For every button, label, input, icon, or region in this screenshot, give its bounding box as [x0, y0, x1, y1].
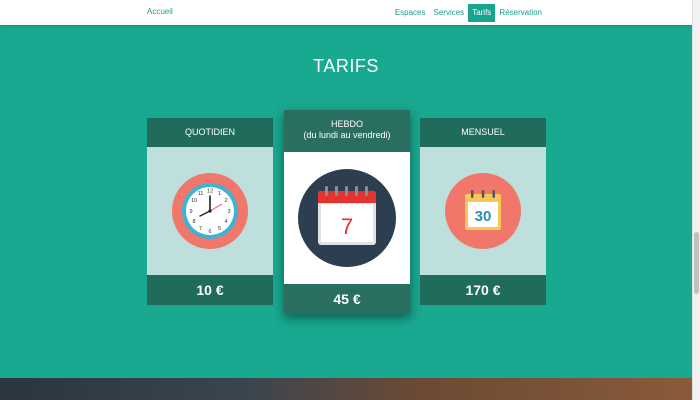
background-photo-strip [0, 378, 692, 400]
page-scrollbar[interactable] [692, 0, 700, 400]
card-title: MENSUEL [420, 118, 546, 147]
nav-link-espaces[interactable]: Espaces [391, 4, 430, 22]
svg-text:8: 8 [192, 219, 195, 225]
clock-icon: 12 1 2 3 4 5 6 7 8 9 10 11 [172, 173, 248, 249]
nav-link-reservation[interactable]: Réservation [495, 4, 546, 22]
calendar-number: 30 [475, 208, 492, 225]
top-navbar: Accueil Espaces Services Tarifs Réservat… [0, 0, 692, 25]
pricing-card-daily: QUOTIDIEN 12 1 2 3 4 5 6 7 8 9 10 11 10 … [147, 118, 273, 305]
svg-text:9: 9 [189, 209, 192, 215]
card-price: 170 € [420, 275, 546, 305]
card-body: 30 [420, 147, 546, 275]
svg-text:5: 5 [218, 226, 221, 232]
card-title: HEBDO [330, 119, 363, 129]
pricing-card-weekly: HEBDO (du lundi au vendredi) 7 45 € [284, 110, 410, 314]
card-price: 10 € [147, 275, 273, 305]
svg-text:4: 4 [224, 219, 227, 225]
scrollbar-thumb[interactable] [694, 232, 699, 294]
card-subtitle: (du lundi au vendredi) [303, 130, 391, 140]
svg-text:11: 11 [198, 191, 204, 197]
nav-link-tarifs[interactable]: Tarifs [468, 4, 496, 22]
svg-text:1: 1 [218, 191, 221, 197]
calendar-icon: 30 [445, 173, 521, 249]
calendar-icon: 7 [298, 169, 396, 267]
nav-menu: Espaces Services Tarifs Réservation [391, 4, 546, 22]
brand-link-accueil[interactable]: Accueil [147, 7, 173, 16]
pricing-card-monthly: MENSUEL 30 170 € [420, 118, 546, 305]
svg-text:12: 12 [207, 189, 213, 195]
card-header: HEBDO (du lundi au vendredi) [284, 110, 410, 152]
svg-text:6: 6 [208, 229, 211, 235]
card-body: 7 [284, 152, 410, 284]
calendar-number: 7 [341, 214, 353, 239]
nav-link-services[interactable]: Services [430, 4, 469, 22]
svg-text:10: 10 [191, 198, 197, 204]
svg-text:7: 7 [199, 226, 202, 232]
svg-text:2: 2 [224, 198, 227, 204]
card-title: QUOTIDIEN [147, 118, 273, 147]
card-body: 12 1 2 3 4 5 6 7 8 9 10 11 [147, 147, 273, 275]
svg-text:3: 3 [227, 209, 230, 215]
card-price: 45 € [284, 284, 410, 314]
section-title: TARIFS [313, 56, 379, 76]
